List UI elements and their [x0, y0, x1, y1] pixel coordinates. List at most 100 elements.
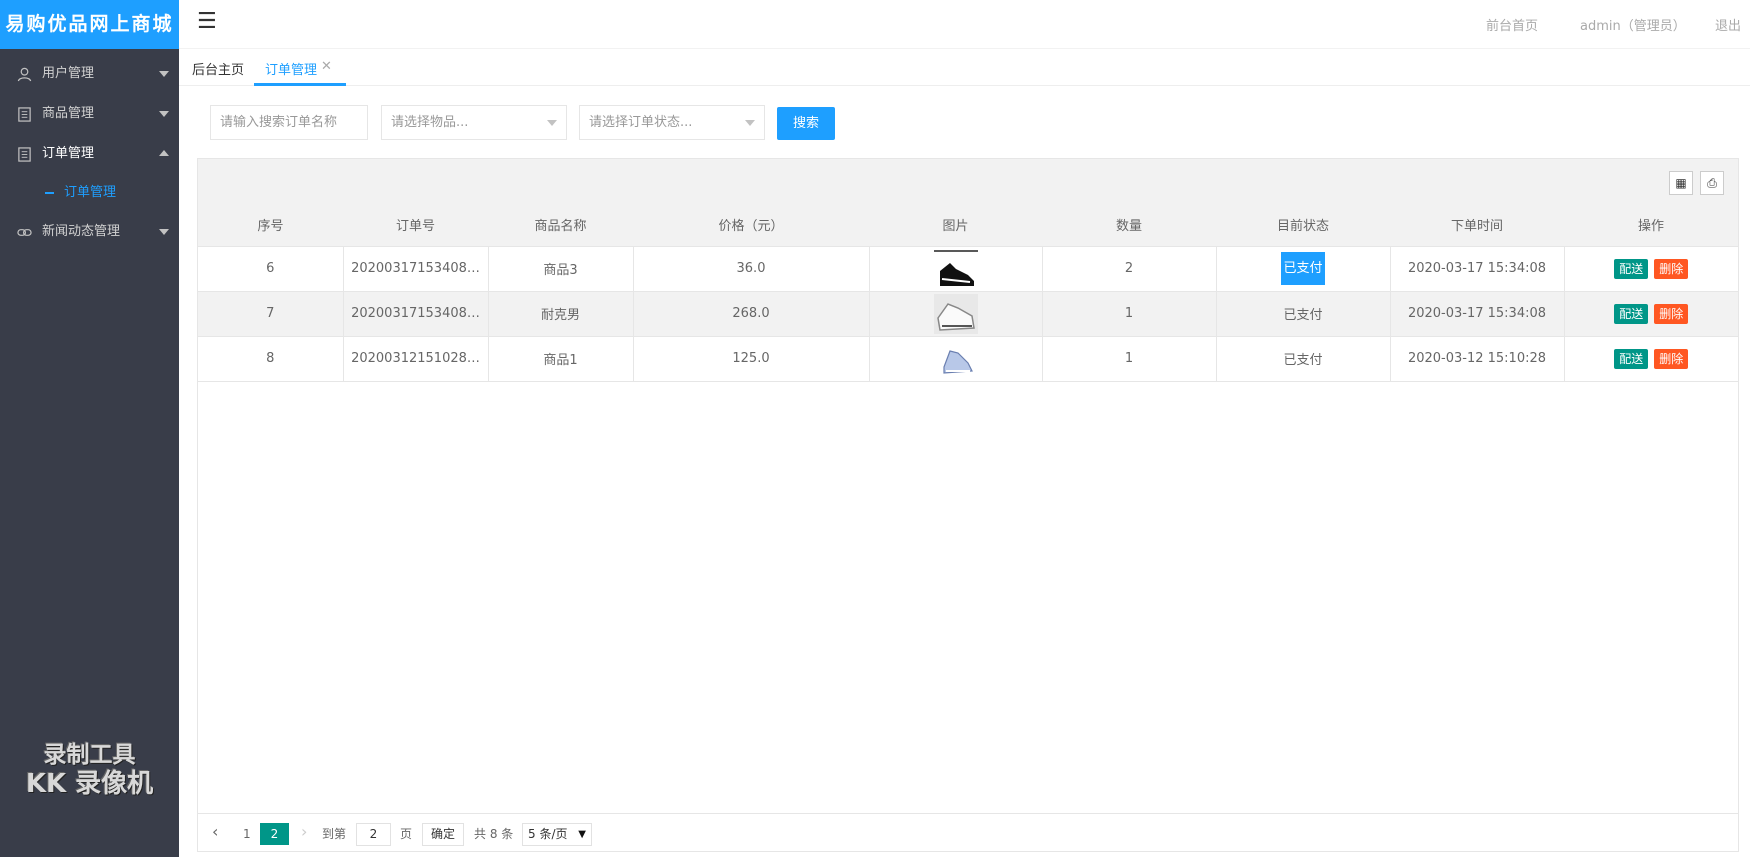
order-search-field[interactable] [210, 105, 368, 140]
chevron-down-icon [159, 71, 169, 77]
shoe-thumbnail[interactable] [933, 293, 978, 334]
deliver-button[interactable]: 配送 [1614, 348, 1649, 369]
orders-table: 序号 订单号 商品名称 价格（元） 图片 数量 目前状态 下单时间 操作 6 2… [198, 204, 1738, 382]
sidebar-subitem-label: 订单管理 [64, 185, 117, 200]
sidebar-item-news[interactable]: 新闻动态管理 [0, 212, 179, 252]
cell-id: 7 [198, 290, 344, 336]
sidebar-item-label: 商品管理 [42, 106, 95, 121]
cell-qty: 2 [1042, 245, 1217, 291]
sidebar-item-users[interactable]: 用户管理 [0, 54, 179, 94]
deliver-button[interactable]: 配送 [1614, 258, 1649, 279]
cell-order-no: 20200317153408… [343, 245, 489, 291]
columns-filter-icon[interactable]: ▦ [1669, 171, 1693, 195]
document-icon [18, 147, 31, 162]
print-icon[interactable]: ⎙ [1700, 171, 1724, 195]
cell-id: 8 [198, 335, 344, 382]
cell-actions: 配送 删除 [1564, 290, 1738, 336]
column-header[interactable]: 操作 [1564, 204, 1738, 246]
search-button[interactable]: 搜索 [777, 107, 835, 140]
caret-down-icon: ▼ [578, 829, 586, 840]
user-icon [17, 67, 32, 82]
cell-time: 2020-03-17 15:34:08 [1390, 245, 1565, 291]
goto-confirm-button[interactable]: 确定 [422, 823, 464, 846]
cell-price: 125.0 [633, 335, 870, 382]
orders-table-panel: ▦ ⎙ 序号 订单号 商品名称 价格（元） 图片 数量 目前状态 下单时间 操作 [197, 158, 1739, 852]
prev-page-button[interactable]: ‹ [212, 822, 218, 842]
column-header[interactable]: 图片 [869, 204, 1042, 246]
chevron-down-icon [745, 120, 755, 126]
column-header[interactable]: 下单时间 [1390, 204, 1564, 246]
cell-image [869, 245, 1043, 291]
watermark-line2: KK 录像机 [25, 769, 154, 799]
table-header-row: 序号 订单号 商品名称 价格（元） 图片 数量 目前状态 下单时间 操作 [198, 204, 1738, 246]
logout-link[interactable]: 退出 [1715, 15, 1741, 34]
sidebar-item-label: 订单管理 [42, 146, 95, 161]
cell-price: 268.0 [633, 290, 870, 336]
table-row[interactable]: 6 20200317153408… 商品3 36.0 2 已支付 2020-03… [198, 245, 1738, 291]
column-header[interactable]: 商品名称 [488, 204, 633, 246]
sidebar-subitem-orders[interactable]: 订单管理 [0, 174, 179, 212]
cell-price: 36.0 [633, 245, 870, 291]
next-page-button[interactable]: › [301, 822, 307, 842]
order-search-input[interactable] [220, 106, 367, 139]
chevron-down-icon [547, 120, 557, 126]
sidebar: 易购优品网上商城 用户管理 商品管理 订单管理 订单管理 新闻动态管理 录制工具… [0, 0, 179, 857]
user-menu[interactable]: admin（管理员） [1580, 15, 1686, 34]
hamburger-menu-icon[interactable]: ☰ [197, 10, 217, 34]
delete-button[interactable]: 删除 [1654, 258, 1689, 279]
cell-goods-name: 耐克男 [488, 290, 634, 336]
table-row[interactable]: 8 20200312151028… 商品1 125.0 1 已支付 2020-0… [198, 335, 1738, 382]
document-icon [18, 107, 31, 122]
tab-bar: 后台主页 订单管理 ✕ [179, 49, 1750, 86]
column-header[interactable]: 价格（元） [633, 204, 869, 246]
table-row[interactable]: 7 20200317153408… 耐克男 268.0 1 已支付 2020-0… [198, 290, 1738, 336]
cell-actions: 配送 删除 [1564, 335, 1738, 382]
shoe-thumbnail[interactable] [933, 338, 978, 379]
page-size-select[interactable]: 5 条/页 ▼ [522, 823, 592, 846]
page-size-value: 5 条/页 [528, 827, 568, 841]
sidebar-item-goods[interactable]: 商品管理 [0, 94, 179, 134]
cell-status: 已支付 [1216, 335, 1391, 382]
cell-image [869, 290, 1043, 336]
sidebar-item-label: 新闻动态管理 [42, 224, 121, 239]
sidebar-item-orders[interactable]: 订单管理 [0, 134, 179, 174]
cell-order-no: 20200317153408… [343, 290, 489, 336]
pagination: ‹ 1 2 › 到第 2 页 确定 共 8 条 5 条/页 ▼ [198, 813, 1738, 852]
dash-icon [45, 192, 54, 194]
front-home-link[interactable]: 前台首页 [1486, 15, 1538, 34]
close-icon[interactable]: ✕ [321, 59, 332, 74]
cell-order-no: 20200312151028… [343, 335, 489, 382]
delete-button[interactable]: 删除 [1654, 348, 1689, 369]
shoe-thumbnail[interactable] [933, 248, 978, 289]
page-1-button[interactable]: 1 [243, 824, 251, 844]
current-page[interactable]: 2 [260, 823, 289, 845]
top-header: ☰ 前台首页 admin（管理员） 退出 [179, 0, 1750, 49]
column-header[interactable]: 目前状态 [1216, 204, 1390, 246]
status-select[interactable]: 请选择订单状态... [579, 105, 765, 140]
tab-orders[interactable]: 订单管理 [265, 59, 317, 78]
status-select-placeholder: 请选择订单状态... [589, 115, 693, 130]
tab-dashboard[interactable]: 后台主页 [192, 59, 244, 78]
goods-select[interactable]: 请选择物品... [381, 105, 567, 140]
column-header[interactable]: 订单号 [343, 204, 488, 246]
app-logo[interactable]: 易购优品网上商城 [0, 0, 179, 49]
goods-select-placeholder: 请选择物品... [391, 115, 469, 130]
app-layout: 易购优品网上商城 用户管理 商品管理 订单管理 订单管理 新闻动态管理 录制工具… [0, 0, 1750, 857]
goto-page-input[interactable]: 2 [356, 823, 391, 846]
chevron-down-icon [159, 229, 169, 235]
deliver-button[interactable]: 配送 [1614, 303, 1649, 324]
column-header[interactable]: 序号 [198, 204, 343, 246]
cell-qty: 1 [1042, 290, 1217, 336]
active-tab-indicator [254, 83, 346, 86]
page-unit-label: 页 [400, 827, 413, 841]
sidebar-item-label: 用户管理 [42, 66, 95, 81]
column-header[interactable]: 数量 [1042, 204, 1216, 246]
cell-goods-name: 商品3 [488, 245, 634, 291]
chevron-down-icon [159, 111, 169, 117]
goto-label: 到第 [322, 827, 347, 841]
cell-qty: 1 [1042, 335, 1217, 382]
status-text: 已支付 [1281, 252, 1325, 285]
cell-id: 6 [198, 245, 344, 291]
delete-button[interactable]: 删除 [1654, 303, 1689, 324]
cell-goods-name: 商品1 [488, 335, 634, 382]
